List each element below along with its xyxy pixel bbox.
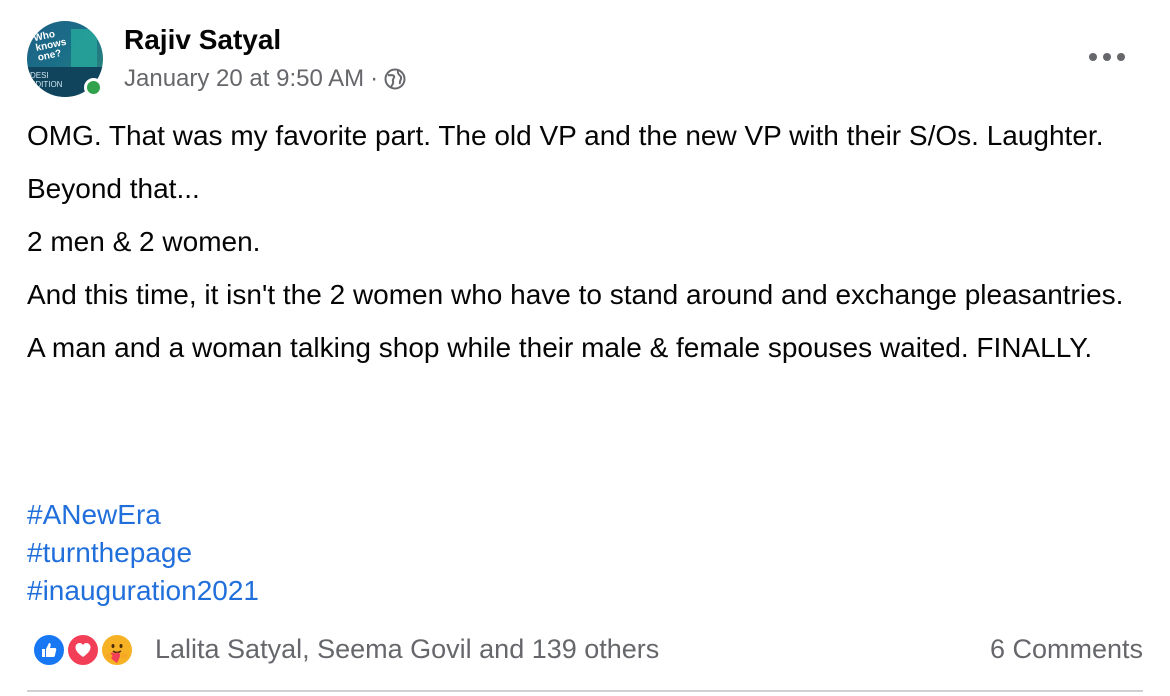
post-paragraph: OMG. That was my favorite part. The old … — [27, 120, 1104, 151]
post-meta: January 20 at 9:50 AM · — [124, 65, 406, 93]
more-dot — [1117, 53, 1125, 61]
like-icon — [31, 632, 67, 668]
avatar-text: Who knows one? — [32, 28, 68, 64]
facebook-post: Who knows one? DESI EDITION Rajiv Satyal… — [0, 0, 1170, 696]
hashtag-list: #ANewEra #turnthepage #inauguration2021 — [27, 496, 259, 610]
love-icon — [65, 632, 101, 668]
post-paragraph: 2 men & 2 women. — [27, 226, 261, 257]
post-timestamp[interactable]: January 20 at 9:50 AM — [124, 65, 364, 93]
more-dot — [1089, 53, 1097, 61]
meta-separator: · — [370, 65, 379, 92]
footer-divider — [27, 690, 1143, 692]
avatar-footer-text: DESI EDITION — [30, 71, 63, 89]
reaction-icons[interactable] — [31, 632, 143, 668]
more-horizontal-icon[interactable] — [1089, 39, 1125, 75]
hashtag-link[interactable]: #turnthepage — [27, 534, 259, 572]
post-author-name[interactable]: Rajiv Satyal — [124, 24, 281, 56]
comments-count[interactable]: 6 Comments — [990, 634, 1143, 665]
post-footer: Lalita Satyal, Seema Govil and 139 other… — [27, 628, 1143, 676]
post-paragraph: A man and a woman talking shop while the… — [27, 332, 1093, 363]
post-paragraph: Beyond that... — [27, 173, 200, 204]
online-status-dot — [84, 78, 103, 97]
post-paragraph: And this time, it isn't the 2 women who … — [27, 279, 1124, 310]
post-header: Who knows one? DESI EDITION Rajiv Satyal… — [27, 21, 1147, 101]
reaction-summary[interactable]: Lalita Satyal, Seema Govil and 139 other… — [155, 634, 659, 665]
more-dot — [1103, 53, 1111, 61]
globe-icon[interactable] — [384, 68, 406, 90]
hashtag-link[interactable]: #ANewEra — [27, 496, 259, 534]
hashtag-link[interactable]: #inauguration2021 — [27, 572, 259, 610]
post-body: OMG. That was my favorite part. The old … — [27, 117, 1137, 382]
care-icon — [99, 632, 135, 668]
